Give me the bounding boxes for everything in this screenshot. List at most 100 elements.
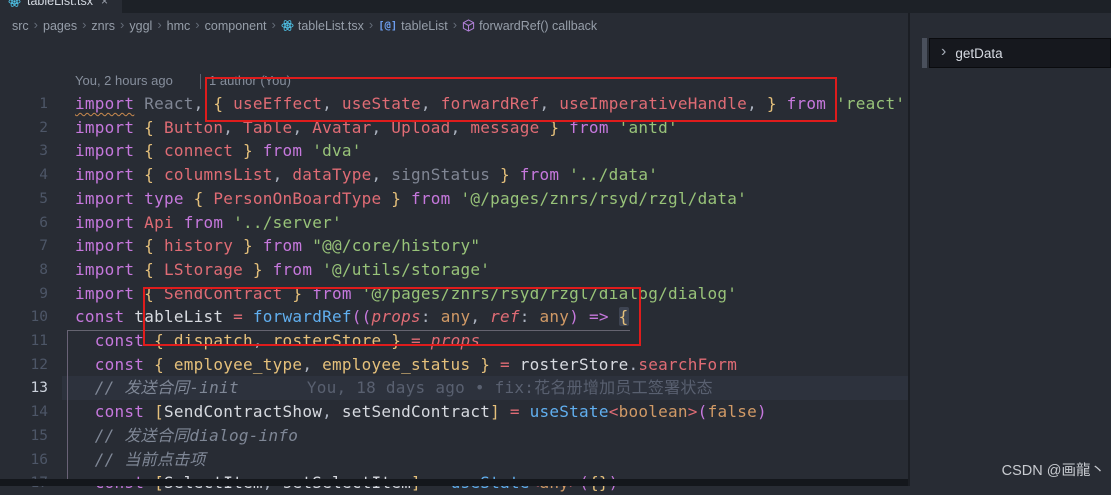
code-token: '@/pages/znrs/rsyd/rzgl/data' [451, 189, 747, 208]
code-token: employee_status [322, 355, 470, 374]
react-icon [281, 19, 294, 32]
blame-header-time: You, 2 hours ago [75, 73, 173, 88]
breadcrumb-separator-icon: › [369, 17, 373, 32]
breadcrumb-item-src[interactable]: src [12, 19, 29, 33]
code-token: import [75, 260, 134, 279]
code-line: 6 import Api from '../server' [0, 211, 908, 235]
breadcrumb-item-tablelist-tsx[interactable]: tableList.tsx [281, 19, 364, 33]
code-token: import type [75, 189, 184, 208]
code-token: import [75, 165, 134, 184]
sticky-scroll-getdata[interactable]: › getData [929, 38, 1111, 68]
line-number[interactable]: 12 [0, 353, 48, 377]
code-token: history [154, 236, 233, 255]
code-token: , [302, 355, 322, 374]
breadcrumb-separator-icon: › [453, 17, 457, 32]
line-number[interactable]: 16 [0, 448, 48, 472]
code-token: import [75, 141, 134, 160]
breadcrumb-item-tablelist[interactable]: [@]tableList [378, 19, 448, 33]
code-token: searchForm [638, 355, 737, 374]
code-token: React [144, 94, 193, 113]
code-token: const [95, 331, 144, 350]
code-line: 5 import type { PersonOnBoardType } from … [0, 187, 908, 211]
blame-header-separator [200, 74, 201, 89]
sticky-function-name: getData [955, 46, 1002, 61]
breadcrumb-label: forwardRef() callback [479, 19, 597, 33]
code-token [75, 331, 95, 350]
code-token: signStatus [391, 165, 490, 184]
code-token [75, 355, 95, 374]
code-text: // 当前点击项 [75, 448, 206, 472]
line-number[interactable]: 7 [0, 234, 48, 258]
line-number[interactable]: 8 [0, 258, 48, 282]
code-token: SendContractShow [164, 402, 322, 421]
breadcrumb: src›pages›znrs›yggl›hmc›component›tableL… [0, 13, 919, 38]
code-line: 7import { history } from "@@/core/histor… [0, 234, 908, 258]
code-token: // 发送合同dialog-info [95, 426, 298, 445]
react-file-icon [8, 0, 21, 8]
code-token: ) [757, 402, 767, 421]
code-token: , [371, 165, 391, 184]
code-token: { [134, 236, 154, 255]
code-token: [ [144, 402, 164, 421]
code-text: import type { PersonOnBoardType } from '… [75, 187, 747, 211]
annotation-box-forwardref [143, 287, 641, 346]
breadcrumb-label: hmc [167, 19, 191, 33]
editor-split-divider[interactable] [908, 13, 910, 486]
code-token: { [134, 118, 154, 137]
code-token: import [75, 118, 134, 137]
breadcrumb-label: yggl [129, 19, 152, 33]
breadcrumb-item-component[interactable]: component [205, 19, 267, 33]
code-token: , [273, 165, 293, 184]
code-token: import [75, 94, 134, 113]
code-token: = [500, 402, 520, 421]
breadcrumb-item-znrs[interactable]: znrs [91, 19, 115, 33]
line-number[interactable]: 9 [0, 282, 48, 306]
breadcrumb-separator-icon: › [120, 17, 124, 32]
close-icon[interactable]: × [101, 0, 108, 8]
code-token: "@@/core/history" [302, 236, 480, 255]
line-number[interactable]: 15 [0, 424, 48, 448]
code-token: rosterStore [510, 355, 629, 374]
code-token: '../server' [223, 213, 342, 232]
code-token: { [144, 355, 164, 374]
breadcrumb-item-yggl[interactable]: yggl [129, 19, 152, 33]
code-token: } [233, 236, 253, 255]
horizontal-scrollbar-track[interactable] [0, 479, 908, 486]
code-token: ] [490, 402, 500, 421]
breadcrumb-item-forwardref-callback[interactable]: forwardRef() callback [462, 19, 597, 33]
code-token: from [174, 213, 223, 232]
code-token [75, 402, 95, 421]
code-token: from [510, 165, 559, 184]
code-token: employee_type [164, 355, 302, 374]
bracket-icon: [@] [378, 20, 397, 32]
code-token [75, 378, 95, 397]
code-token: false [708, 402, 757, 421]
code-token: boolean [619, 402, 688, 421]
line-number[interactable]: 5 [0, 187, 48, 211]
chevron-right-icon: › [941, 44, 946, 60]
line-number[interactable]: 10 [0, 305, 48, 329]
annotation-box-imports [205, 77, 837, 122]
line-number[interactable]: 14 [0, 400, 48, 424]
scrollbar-thumb[interactable] [922, 38, 927, 68]
code-token: '../data' [559, 165, 658, 184]
code-text: import { columnsList, dataType, signStat… [75, 163, 658, 187]
code-text: const [SendContractShow, setSendContract… [75, 400, 767, 424]
code-line: 4 import { columnsList, dataType, signSta… [0, 163, 908, 187]
line-number[interactable]: 2 [0, 116, 48, 140]
code-token: // 当前点击项 [95, 450, 206, 469]
code-token: } [470, 355, 490, 374]
line-number[interactable]: 13 [0, 376, 48, 400]
breadcrumb-item-pages[interactable]: pages [43, 19, 77, 33]
code-text: import Api from '../server' [75, 211, 342, 235]
code-token: { [134, 165, 154, 184]
code-text: import { LStorage } from '@/utils/storag… [75, 258, 490, 282]
line-number[interactable]: 1 [0, 92, 48, 116]
line-number[interactable]: 3 [0, 139, 48, 163]
tab-tablelist[interactable]: tableList.tsx × [0, 0, 122, 13]
line-number[interactable]: 6 [0, 211, 48, 235]
code-token: dataType [292, 165, 371, 184]
line-number[interactable]: 11 [0, 329, 48, 353]
breadcrumb-item-hmc[interactable]: hmc [167, 19, 191, 33]
line-number[interactable]: 4 [0, 163, 48, 187]
